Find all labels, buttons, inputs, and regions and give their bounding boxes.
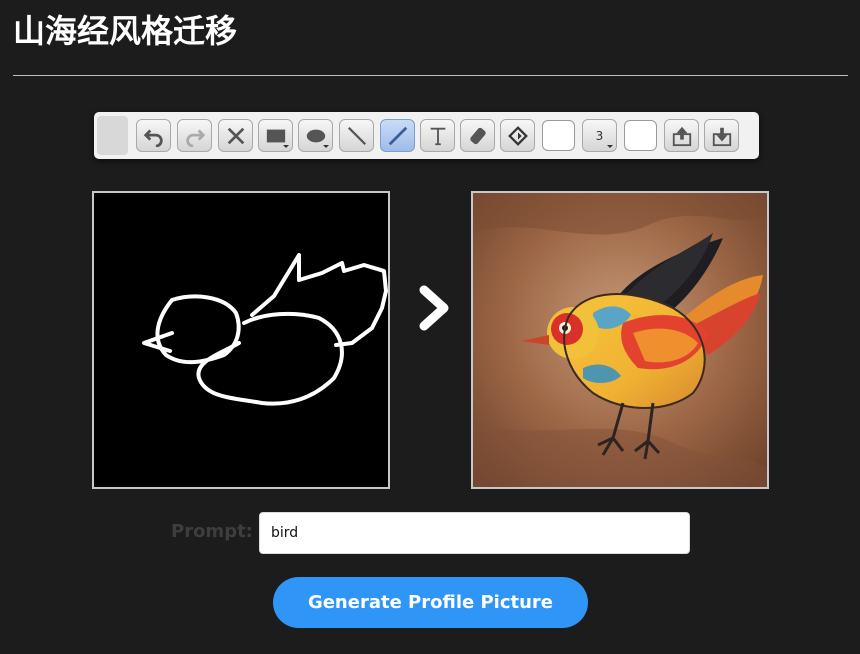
dropdown-arrow-icon (323, 145, 329, 148)
ellipse-icon (306, 129, 325, 142)
rectangle-tool-button[interactable] (258, 119, 293, 152)
prompt-label: Prompt: (171, 521, 253, 542)
page-title: 山海经风格迁移 (13, 12, 238, 50)
eraser-icon (469, 127, 486, 144)
pencil-icon (388, 126, 407, 145)
undo-icon (143, 129, 163, 147)
page: 山海经风格迁移 3 Prompt: bird Generate Profile … (0, 0, 860, 654)
undo-button[interactable] (136, 119, 171, 152)
text-tool-button[interactable] (420, 119, 455, 152)
upload-icon (672, 126, 691, 146)
bird-sketch-drawing (142, 253, 388, 406)
brush-size-value: 3 (595, 128, 604, 143)
dropdown-arrow-icon (283, 145, 289, 148)
drawing-toolbar: 3 (94, 112, 759, 159)
download-button[interactable] (704, 119, 739, 152)
title-divider (13, 75, 848, 76)
download-icon (712, 127, 731, 146)
ellipse-tool-button[interactable] (298, 119, 333, 152)
clear-icon (227, 127, 244, 144)
clear-button[interactable] (218, 119, 253, 152)
brush-size-button[interactable]: 3 (582, 119, 617, 152)
bird-painting-image (473, 193, 767, 487)
stroke-color-swatch[interactable] (542, 120, 575, 151)
chevron-right-icon (419, 285, 449, 331)
upload-button[interactable] (664, 119, 699, 152)
generate-profile-picture-button[interactable]: Generate Profile Picture (273, 577, 588, 628)
text-icon (430, 127, 445, 145)
redo-icon (185, 129, 205, 147)
dropdown-arrow-icon (607, 145, 613, 148)
fill-color-swatch[interactable] (624, 120, 657, 151)
rectangle-icon (266, 129, 285, 142)
eraser-tool-button[interactable] (460, 119, 495, 152)
line-icon (347, 126, 366, 145)
sketch-canvas[interactable] (92, 191, 390, 489)
redo-button[interactable] (177, 119, 212, 152)
prompt-input[interactable] (259, 512, 690, 554)
fill-tool-button[interactable] (500, 119, 535, 152)
toolbar-grip[interactable] (97, 116, 128, 155)
pencil-tool-button[interactable] (380, 119, 415, 152)
line-tool-button[interactable] (339, 119, 374, 152)
fill-icon (507, 125, 528, 146)
generated-image (471, 191, 769, 489)
